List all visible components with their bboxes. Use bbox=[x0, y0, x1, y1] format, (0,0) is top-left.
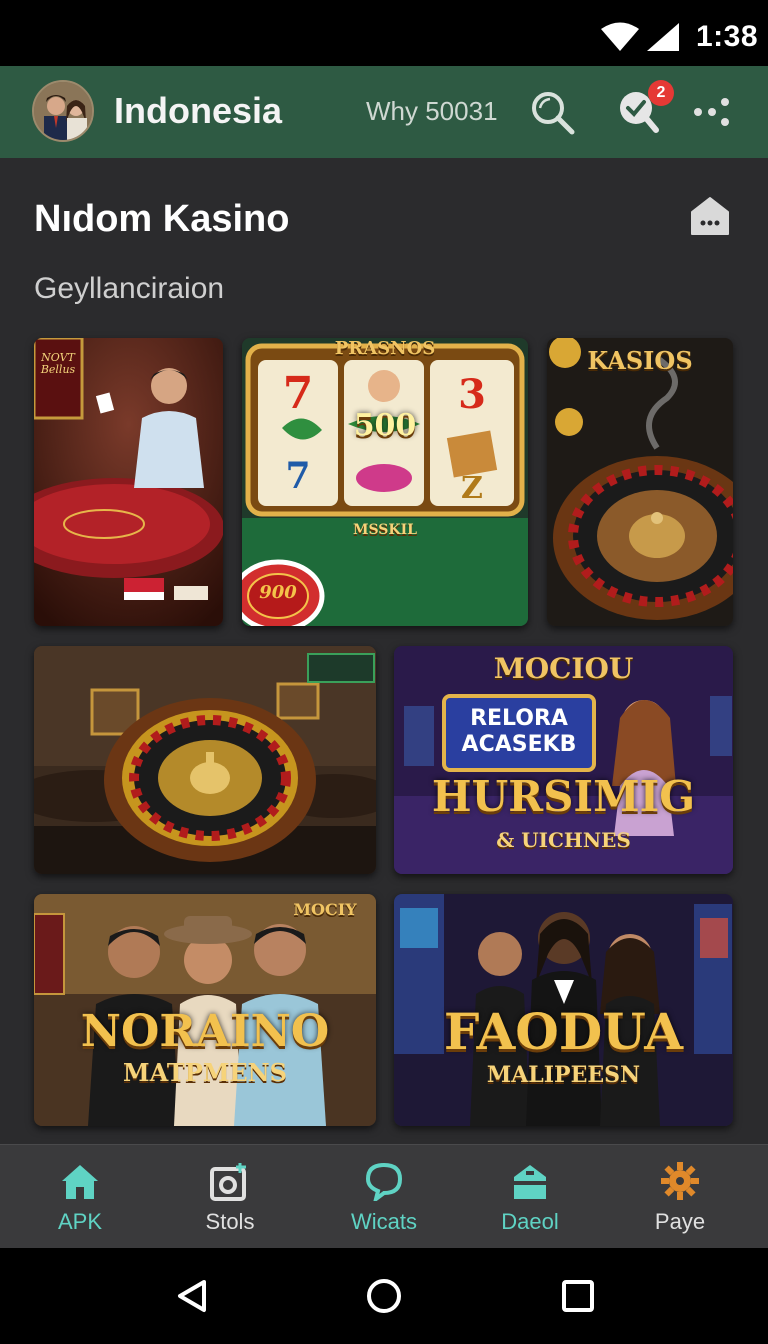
nav-item-paye[interactable]: Paye bbox=[605, 1145, 755, 1249]
game-tile[interactable]: NOVT Bellus bbox=[34, 338, 223, 626]
nav-label: Paye bbox=[654, 1209, 706, 1234]
home-circle-icon[interactable] bbox=[366, 1278, 402, 1314]
bottom-nav: APK Stols Wicats Daeol Paye bbox=[0, 1144, 768, 1248]
tile-top-label: KASIOS bbox=[587, 346, 693, 375]
tile-corner-text: NOVT Bellus bbox=[40, 351, 76, 376]
section-subtitle: Geyllanciraion bbox=[34, 272, 225, 305]
nav-label: APK bbox=[57, 1209, 103, 1234]
nav-item-daeol[interactable]: Daeol bbox=[455, 1145, 605, 1249]
roulette-room-image bbox=[34, 646, 376, 874]
chip-text: 900 bbox=[259, 582, 297, 603]
game-tile[interactable] bbox=[34, 646, 376, 874]
inbox-icon bbox=[514, 1165, 546, 1199]
home-badge-icon[interactable] bbox=[688, 194, 732, 238]
notification-badge: 2 bbox=[648, 80, 674, 106]
recents-icon[interactable] bbox=[560, 1278, 596, 1314]
app-title: Indonesia bbox=[114, 90, 283, 131]
wifi-icon bbox=[601, 22, 639, 51]
game-tile[interactable]: FAODUA MALIPEESN bbox=[394, 894, 733, 1126]
gear-icon bbox=[661, 1162, 699, 1200]
roulette-wheel-image bbox=[547, 338, 733, 626]
avatar-image bbox=[34, 82, 92, 140]
tile-top-label: MOCIY bbox=[293, 900, 357, 919]
signal-icon bbox=[647, 23, 679, 51]
status-bar: 1:38 bbox=[0, 0, 768, 66]
nav-label: Stols bbox=[205, 1209, 255, 1234]
section-title: Nıdom Kasino bbox=[34, 198, 290, 240]
tile-top-label: MOCIOU bbox=[493, 652, 634, 685]
tile-main-label: 500 bbox=[353, 408, 417, 443]
avatar[interactable] bbox=[32, 80, 94, 142]
svg-text:7: 7 bbox=[285, 455, 310, 497]
chat-icon bbox=[365, 1162, 403, 1201]
camera-icon bbox=[210, 1163, 246, 1201]
tile-panel-text: RELORA ACASEKB bbox=[461, 706, 577, 757]
tile-top-label: PRASNOS bbox=[334, 338, 436, 359]
nav-item-wicats[interactable]: Wicats bbox=[309, 1145, 459, 1249]
tile-main-label: FAODUA bbox=[443, 1002, 684, 1061]
game-tile[interactable]: MOCIY NORAINO MATPMENS bbox=[34, 894, 376, 1126]
home-icon bbox=[62, 1165, 98, 1199]
tile-main-label: HURSIMIG bbox=[431, 772, 696, 821]
svg-text:Z: Z bbox=[461, 471, 483, 506]
search-icon[interactable] bbox=[528, 88, 576, 136]
tile-sub-label: MATPMENS bbox=[123, 1058, 287, 1087]
more-icon[interactable] bbox=[692, 96, 732, 128]
app-meta-text: Why 50031 bbox=[366, 96, 498, 126]
back-icon[interactable] bbox=[174, 1278, 210, 1314]
app-bar: Indonesia Why 50031 bbox=[0, 66, 768, 158]
game-tile[interactable]: KASIOS bbox=[547, 338, 733, 626]
game-tile[interactable]: MOCIOU RELORA ACASEKB HURSIMIG & UICHNES bbox=[394, 646, 733, 874]
game-tile[interactable]: 7 7 3 Z PRASNOS 500 MSSKIL 900 bbox=[242, 338, 528, 626]
tile-sub-label: MALIPEESN bbox=[486, 1062, 641, 1088]
nav-label: Wicats bbox=[351, 1209, 417, 1234]
status-time: 1:38 bbox=[696, 20, 759, 53]
tile-sub-label: MSSKIL bbox=[353, 522, 417, 538]
nav-item-stols[interactable]: Stols bbox=[155, 1145, 305, 1249]
main-content: Nıdom Kasino Geyllanciraion NOVT Bellus bbox=[0, 158, 768, 1144]
tile-sub-label: & UICHNES bbox=[496, 828, 631, 852]
poker-table-image bbox=[34, 338, 223, 626]
system-nav bbox=[0, 1248, 768, 1344]
more-dots-icon bbox=[694, 98, 729, 126]
nav-item-apk[interactable]: APK bbox=[5, 1145, 155, 1249]
tile-main-label: NORAINO bbox=[80, 1006, 330, 1057]
nav-label: Daeol bbox=[501, 1209, 559, 1234]
